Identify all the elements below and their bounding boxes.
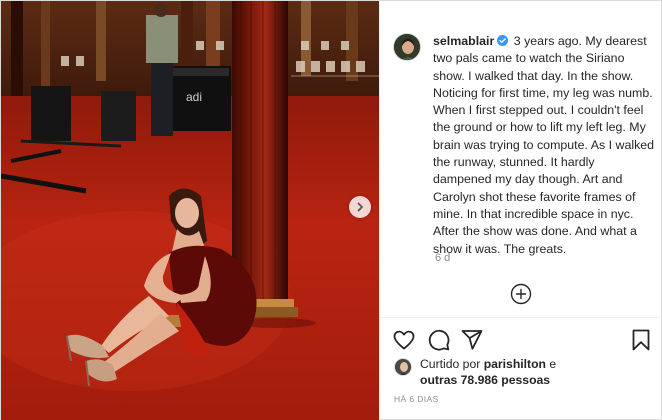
author-avatar[interactable]	[393, 33, 421, 61]
post-date[interactable]: HÁ 6 DIAS	[394, 394, 439, 404]
speech-bubble-icon	[428, 329, 450, 351]
post-actions	[390, 328, 652, 354]
likes-others-link[interactable]: outras 78.986 pessoas	[420, 373, 550, 387]
share-button[interactable]	[460, 328, 484, 352]
bookmark-icon	[632, 329, 650, 351]
post-photo[interactable]: adi	[1, 1, 379, 420]
verified-badge-icon	[497, 35, 509, 46]
liker-avatar[interactable]	[394, 358, 412, 376]
comment-time: 6 d	[435, 252, 451, 264]
liker-username[interactable]: parishilton	[484, 357, 546, 371]
caption-text-block: selmablair 3 years ago. My dearest two p…	[433, 33, 655, 258]
avatar-image	[394, 34, 420, 60]
likes-text: Curtido por parishilton e outras 78.986 …	[420, 357, 556, 388]
next-photo-button[interactable]	[349, 196, 371, 218]
caption-row: selmablair 3 years ago. My dearest two p…	[393, 33, 655, 258]
author-username[interactable]: selmablair	[433, 34, 494, 48]
plus-circle-icon	[510, 283, 532, 305]
heart-icon	[393, 330, 415, 350]
caption-text: 3 years ago. My dearest two pals came to…	[433, 34, 655, 256]
chevron-right-icon	[357, 202, 363, 212]
liker-avatar-image	[395, 359, 411, 375]
panel-divider	[380, 317, 662, 318]
likes-prefix: Curtido por	[420, 357, 481, 371]
likes-summary: Curtido por parishilton e outras 78.986 …	[394, 357, 556, 388]
save-button[interactable]	[629, 328, 653, 352]
paper-plane-icon	[461, 330, 483, 350]
load-more-comments-button[interactable]	[510, 283, 532, 305]
equipment-sign: adi	[186, 90, 202, 104]
likes-connector: e	[549, 357, 557, 371]
photo-scene: adi	[1, 1, 379, 420]
comment-button[interactable]	[427, 328, 451, 352]
like-button[interactable]	[392, 328, 416, 352]
